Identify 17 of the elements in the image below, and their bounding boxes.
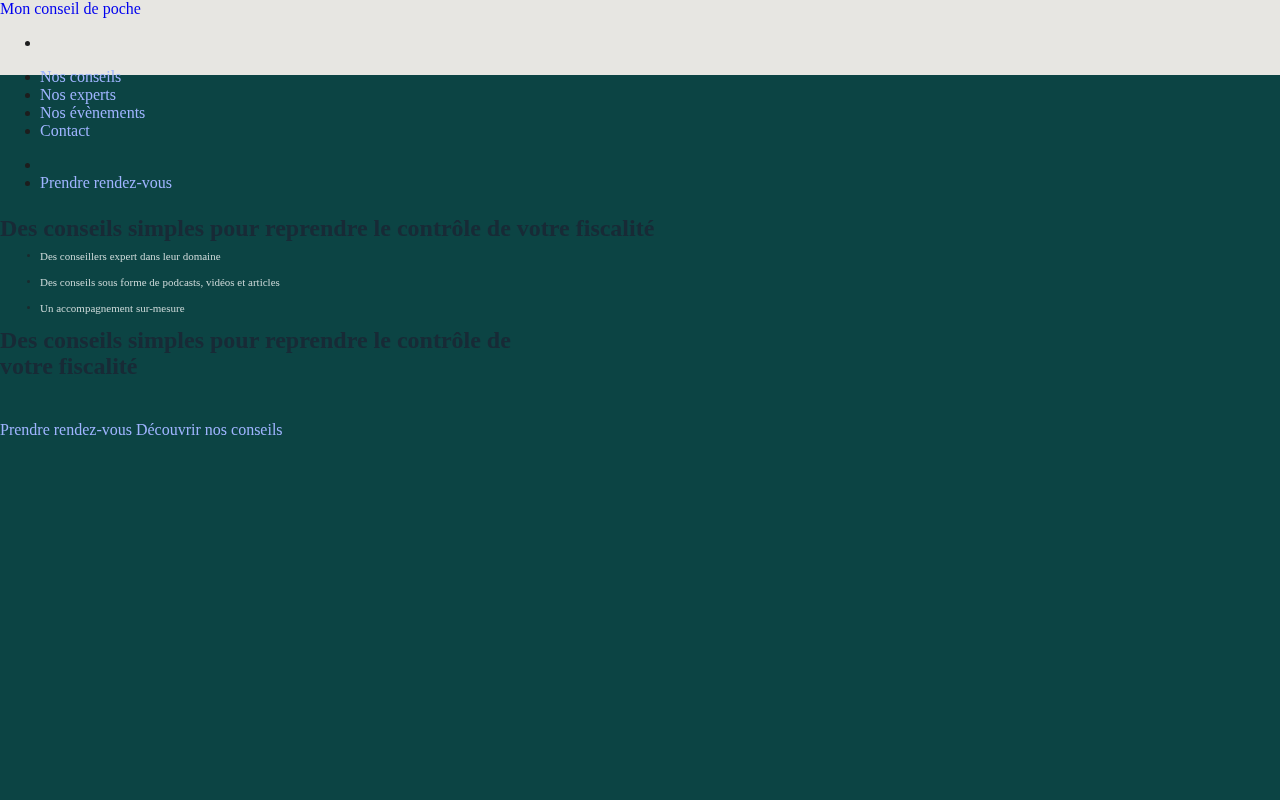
nav-link[interactable]: Nos évènements — [40, 104, 146, 121]
nav-link[interactable]: Nos experts — [40, 86, 116, 103]
site-title-link[interactable]: Mon conseil de poche — [0, 0, 141, 17]
bullet-icon — [25, 93, 30, 98]
hero-link[interactable]: Découvrir nos conseils — [135, 421, 283, 438]
bullet-icon — [25, 163, 30, 168]
feature-text: Des conseils sous forme de podcasts, vidéos et articles — [40, 276, 280, 288]
nav-link[interactable]: Contact — [40, 122, 90, 139]
bullet-icon — [25, 129, 30, 134]
hero-link[interactable]: Prendre rendez-vous — [0, 421, 132, 438]
appointment-link[interactable]: Prendre rendez-vous — [40, 174, 172, 191]
bullet-icon — [25, 75, 30, 80]
feature-text: Un accompagnement sur-mesure — [40, 302, 185, 314]
bullet-icon — [25, 111, 30, 116]
feature-text: Des conseillers expert dans leur domaine — [40, 250, 221, 262]
bullet-icon — [25, 181, 30, 186]
bullet-icon — [25, 41, 30, 46]
